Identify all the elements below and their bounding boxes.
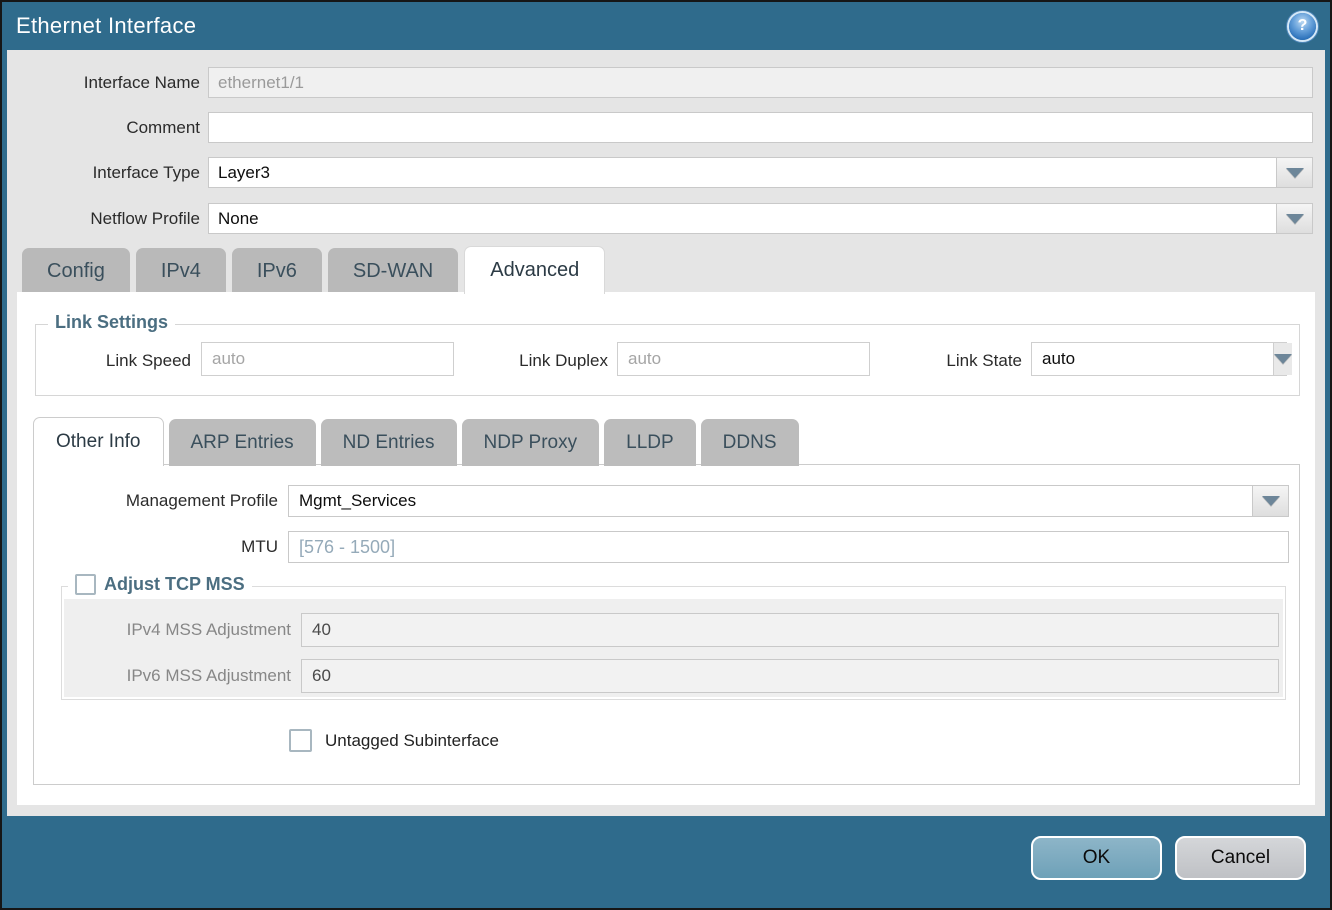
- management-profile-row: Management Profile: [34, 485, 1289, 517]
- ok-button[interactable]: OK: [1031, 836, 1162, 880]
- chevron-down-icon: [1286, 214, 1304, 224]
- tab-config[interactable]: Config: [22, 248, 130, 294]
- dialog-body: Interface Name Comment Interface Type Ne…: [7, 50, 1325, 816]
- mtu-field[interactable]: [288, 531, 1289, 563]
- management-profile-value[interactable]: [289, 486, 1252, 516]
- link-speed-field[interactable]: [201, 342, 454, 376]
- ipv4-mss-row: IPv4 MSS Adjustment: [64, 613, 1283, 647]
- dialog-title: Ethernet Interface: [16, 13, 196, 39]
- title-bar: Ethernet Interface ?: [2, 2, 1330, 50]
- chevron-down-icon: [1286, 168, 1304, 178]
- interface-name-row: Interface Name: [7, 67, 1313, 98]
- info-tab-strip: Other Info ARP Entries ND Entries NDP Pr…: [33, 417, 799, 466]
- adjust-tcp-mss-checkbox[interactable]: [75, 574, 96, 595]
- ipv4-mss-label: IPv4 MSS Adjustment: [64, 620, 291, 640]
- management-profile-dropdown-button[interactable]: [1252, 486, 1288, 516]
- link-state-value[interactable]: [1032, 343, 1273, 375]
- untagged-subinterface-row: Untagged Subinterface: [289, 729, 499, 752]
- tab-ndp-proxy[interactable]: NDP Proxy: [462, 419, 600, 466]
- interface-name-label: Interface Name: [7, 73, 200, 93]
- link-settings-fieldset: Link Settings Link Speed Link Duplex Lin…: [35, 324, 1300, 396]
- comment-label: Comment: [7, 118, 200, 138]
- adjust-tcp-mss-fieldset: Adjust TCP MSS IPv4 MSS Adjustment IPv6 …: [61, 586, 1286, 700]
- link-settings-legend: Link Settings: [48, 312, 175, 333]
- tab-lldp[interactable]: LLDP: [604, 419, 696, 466]
- other-info-panel: Management Profile MTU Adjust TCP MSS: [33, 464, 1300, 785]
- mtu-label: MTU: [34, 537, 278, 557]
- interface-type-label: Interface Type: [7, 163, 200, 183]
- netflow-profile-dropdown-button[interactable]: [1276, 204, 1312, 233]
- tab-other-info[interactable]: Other Info: [33, 417, 164, 466]
- tab-sdwan[interactable]: SD-WAN: [328, 248, 458, 294]
- advanced-tab-panel: Link Settings Link Speed Link Duplex Lin…: [17, 292, 1315, 805]
- adjust-tcp-mss-body: IPv4 MSS Adjustment IPv6 MSS Adjustment: [64, 599, 1283, 697]
- management-profile-label: Management Profile: [34, 491, 278, 511]
- netflow-profile-value[interactable]: [209, 204, 1276, 233]
- link-state-dropdown[interactable]: [1031, 342, 1287, 376]
- link-state-dropdown-button[interactable]: [1273, 343, 1292, 375]
- mtu-row: MTU: [34, 531, 1289, 563]
- ipv6-mss-row: IPv6 MSS Adjustment: [64, 659, 1283, 693]
- adjust-tcp-mss-legend: Adjust TCP MSS: [68, 574, 252, 595]
- tab-ipv6[interactable]: IPv6: [232, 248, 322, 294]
- link-duplex-label: Link Duplex: [466, 351, 608, 371]
- comment-field[interactable]: [208, 112, 1313, 143]
- untagged-subinterface-checkbox[interactable]: [289, 729, 312, 752]
- interface-type-value[interactable]: [209, 158, 1276, 187]
- netflow-profile-row: Netflow Profile: [7, 203, 1313, 234]
- untagged-subinterface-label: Untagged Subinterface: [325, 731, 499, 751]
- link-speed-label: Link Speed: [36, 351, 191, 371]
- cancel-button[interactable]: Cancel: [1175, 836, 1306, 880]
- interface-name-field: [208, 67, 1313, 98]
- management-profile-dropdown[interactable]: [288, 485, 1289, 517]
- interface-type-dropdown-button[interactable]: [1276, 158, 1312, 187]
- help-icon[interactable]: ?: [1289, 13, 1316, 40]
- main-tab-strip: Config IPv4 IPv6 SD-WAN Advanced: [22, 246, 605, 294]
- tab-arp-entries[interactable]: ARP Entries: [169, 419, 316, 466]
- link-duplex-field[interactable]: [617, 342, 870, 376]
- ipv6-mss-label: IPv6 MSS Adjustment: [64, 666, 291, 686]
- adjust-tcp-mss-legend-text: Adjust TCP MSS: [104, 574, 245, 595]
- link-state-label: Link State: [856, 351, 1022, 371]
- interface-type-row: Interface Type: [7, 157, 1313, 188]
- ipv6-mss-field: [301, 659, 1279, 693]
- chevron-down-icon: [1274, 354, 1292, 364]
- chevron-down-icon: [1262, 496, 1280, 506]
- tab-ipv4[interactable]: IPv4: [136, 248, 226, 294]
- ethernet-interface-dialog: Ethernet Interface ? Interface Name Comm…: [0, 0, 1332, 910]
- ipv4-mss-field: [301, 613, 1279, 647]
- netflow-profile-dropdown[interactable]: [208, 203, 1313, 234]
- tab-advanced[interactable]: Advanced: [464, 246, 605, 294]
- comment-row: Comment: [7, 112, 1313, 143]
- interface-type-dropdown[interactable]: [208, 157, 1313, 188]
- dialog-footer: OK Cancel: [2, 816, 1330, 908]
- tab-ddns[interactable]: DDNS: [701, 419, 799, 466]
- tab-nd-entries[interactable]: ND Entries: [321, 419, 457, 466]
- netflow-profile-label: Netflow Profile: [7, 209, 200, 229]
